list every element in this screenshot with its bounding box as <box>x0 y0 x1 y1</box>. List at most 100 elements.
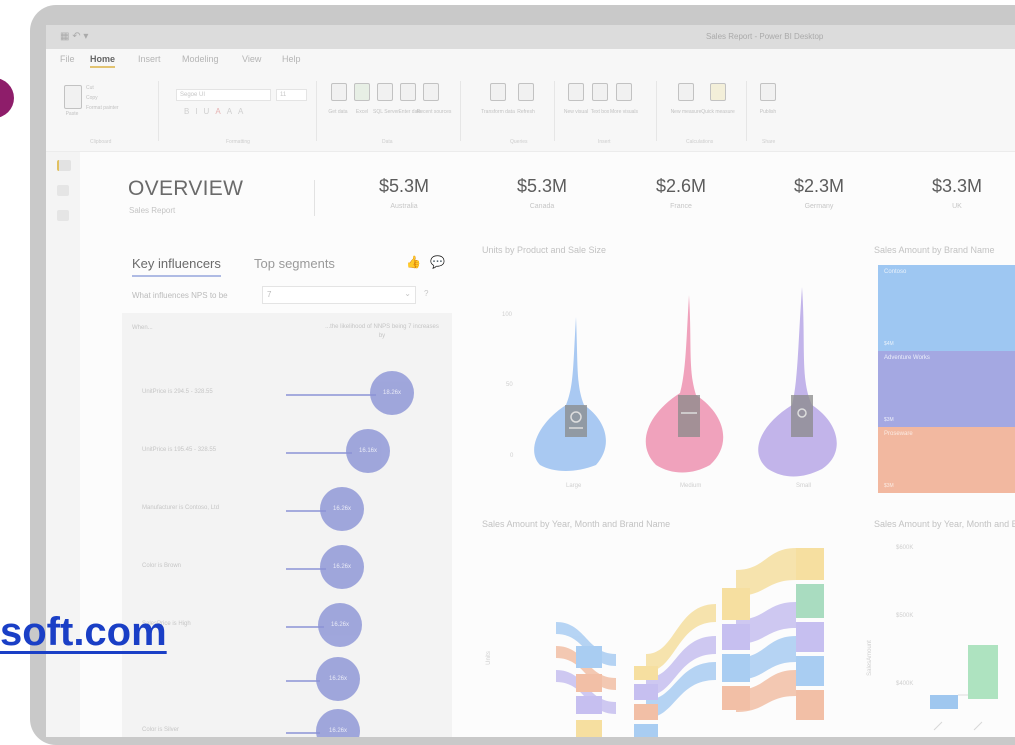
x-category-label: Large <box>566 483 582 489</box>
kpi-france[interactable]: $2.6M France <box>626 176 736 210</box>
comment-icon[interactable]: 💬 <box>430 255 445 269</box>
link-watermark[interactable]: soft.com <box>0 610 167 655</box>
kpi-value: $5.3M <box>516 176 568 196</box>
app-window: ▦ ↶ ▾ Sales Report - Power BI Desktop Fi… <box>46 25 1015 737</box>
menu-view[interactable]: View <box>242 54 261 64</box>
kpi-divider <box>314 180 315 216</box>
waterfall-axis-ticks <box>933 721 983 731</box>
waterfall-ylabel: SalesAmount <box>866 640 873 676</box>
copy-label[interactable]: Copy <box>86 95 126 101</box>
violin-medium <box>645 295 724 473</box>
quick-access-icons[interactable]: ▦ ↶ ▾ <box>60 31 88 42</box>
y-tick: $500K <box>896 613 914 619</box>
window-title: Sales Report - Power BI Desktop <box>706 32 824 41</box>
y-tick: $600K <box>896 545 914 551</box>
kpi-australia[interactable]: $5.3M Australia <box>349 176 459 210</box>
menu-home[interactable]: Home <box>90 54 116 68</box>
influencer-row[interactable]: Color is Silver 16.26x <box>122 709 452 737</box>
paste-icon[interactable] <box>64 85 82 109</box>
transform-data-icon[interactable] <box>490 83 506 101</box>
influencer-row[interactable]: UnitPrice is 294.5 - 328.55 18.26x <box>122 371 452 415</box>
influencer-target-select[interactable]: 7 ⌄ <box>262 286 416 304</box>
refresh-label: Refresh <box>517 109 535 115</box>
group-data: Data <box>382 139 393 145</box>
title-bar: ▦ ↶ ▾ Sales Report - Power BI Desktop <box>46 25 1015 49</box>
treemap-block-adventure-works[interactable]: Adventure Works $3M <box>878 351 1015 427</box>
influencer-question: What influences NPS to be <box>132 291 228 300</box>
quick-measure-icon[interactable] <box>710 83 726 101</box>
influencer-bubble: 16.26x <box>320 487 364 531</box>
treemap-label: Adventure Works <box>884 355 930 361</box>
influencer-connector <box>286 680 320 682</box>
influencers-header-when: When... <box>132 325 153 331</box>
group-formatting: Formatting <box>226 139 250 145</box>
kpi-label: UK <box>952 203 962 210</box>
font-size-box[interactable]: 11 <box>276 89 307 101</box>
kpi-value: $2.3M <box>793 176 845 196</box>
influencer-bubble: 16.26x <box>316 657 360 701</box>
enter-data-icon[interactable] <box>400 83 416 101</box>
x-category-label: Medium <box>680 483 702 489</box>
cut-label[interactable]: Cut <box>86 85 126 91</box>
waterfall-chart[interactable] <box>926 565 1015 735</box>
publish-icon[interactable] <box>760 83 776 101</box>
influencer-row[interactable]: SalesPrice is High 16.26x <box>122 603 452 647</box>
influencer-connector <box>286 452 352 454</box>
group-share: Share <box>762 139 776 145</box>
new-measure-icon[interactable] <box>678 83 694 101</box>
font-family-box[interactable]: Segoe UI <box>176 89 271 101</box>
kpi-uk[interactable]: $3.3M UK <box>902 176 1012 210</box>
influencer-row[interactable]: 16.26x <box>122 657 452 701</box>
group-insert: Insert <box>598 139 611 145</box>
sql-server-icon[interactable] <box>377 83 393 101</box>
refresh-icon[interactable] <box>518 83 534 101</box>
influencer-row[interactable]: UnitPrice is 195.45 - 328.55 16.16x <box>122 429 452 473</box>
more-visuals-label: More visuals <box>609 109 639 115</box>
text-box-icon[interactable] <box>592 83 608 101</box>
influencer-label: UnitPrice is 195.45 - 328.55 <box>142 447 217 453</box>
ribbon-chart-ylabel: Units <box>485 651 492 665</box>
menu-file[interactable]: File <box>60 54 75 64</box>
influencer-label: Color is Brown <box>142 563 182 569</box>
ribbon-separator <box>554 81 555 141</box>
influencers-panel: When... ...the likelihood of NNPS being … <box>122 313 452 737</box>
quick-measure-label: Quick measure <box>701 109 735 115</box>
report-view-icon[interactable] <box>57 160 71 171</box>
group-queries: Queries <box>510 139 528 145</box>
kpi-value: $5.3M <box>378 176 430 196</box>
overview-subtitle: Sales Report <box>129 206 176 215</box>
influencer-row[interactable]: Color is Brown 16.26x <box>122 545 452 589</box>
excel-icon[interactable] <box>354 83 370 101</box>
treemap-value: $3M <box>884 417 894 423</box>
kpi-value: $2.6M <box>655 176 707 196</box>
ribbon-separator <box>158 81 159 141</box>
waterfall-title: Sales Amount by Year, Month and Brand Na… <box>874 519 1015 529</box>
thumbs-up-icon[interactable]: 👍 <box>406 255 421 269</box>
menu-bar: File Home Insert Modeling View Help <box>46 49 1015 71</box>
influencers-header-likelihood: ...the likelihood of NNPS being 7 increa… <box>325 324 439 339</box>
data-view-icon[interactable] <box>57 185 69 196</box>
violin-chart[interactable] <box>496 255 876 505</box>
model-view-icon[interactable] <box>57 210 69 221</box>
tab-key-influencers[interactable]: Key influencers <box>132 256 221 277</box>
influencer-bubble: 16.26x <box>318 603 362 647</box>
ribbon-chart[interactable] <box>526 540 826 737</box>
tab-top-segments[interactable]: Top segments <box>254 256 335 271</box>
kpi-canada[interactable]: $5.3M Canada <box>487 176 597 210</box>
menu-help[interactable]: Help <box>282 54 301 64</box>
kpi-germany[interactable]: $2.3M Germany <box>764 176 874 210</box>
text-format-buttons[interactable]: BIUAAA <box>184 107 249 116</box>
get-data-icon[interactable] <box>331 83 347 101</box>
more-visuals-icon[interactable] <box>616 83 632 101</box>
treemap-block-contoso[interactable]: Contoso $4M <box>878 265 1015 351</box>
help-icon[interactable]: ? <box>424 289 428 298</box>
recent-sources-icon[interactable] <box>423 83 439 101</box>
menu-modeling[interactable]: Modeling <box>182 54 219 64</box>
waterfall-bar <box>930 695 958 709</box>
decorative-dot <box>0 78 14 118</box>
menu-insert[interactable]: Insert <box>138 54 161 64</box>
influencer-row[interactable]: Manufacturer is Contoso, Ltd 16.26x <box>122 487 452 531</box>
format-painter-label[interactable]: Format painter <box>86 105 146 111</box>
new-visual-icon[interactable] <box>568 83 584 101</box>
treemap-block-proseware[interactable]: Proseware $3M <box>878 427 1015 493</box>
